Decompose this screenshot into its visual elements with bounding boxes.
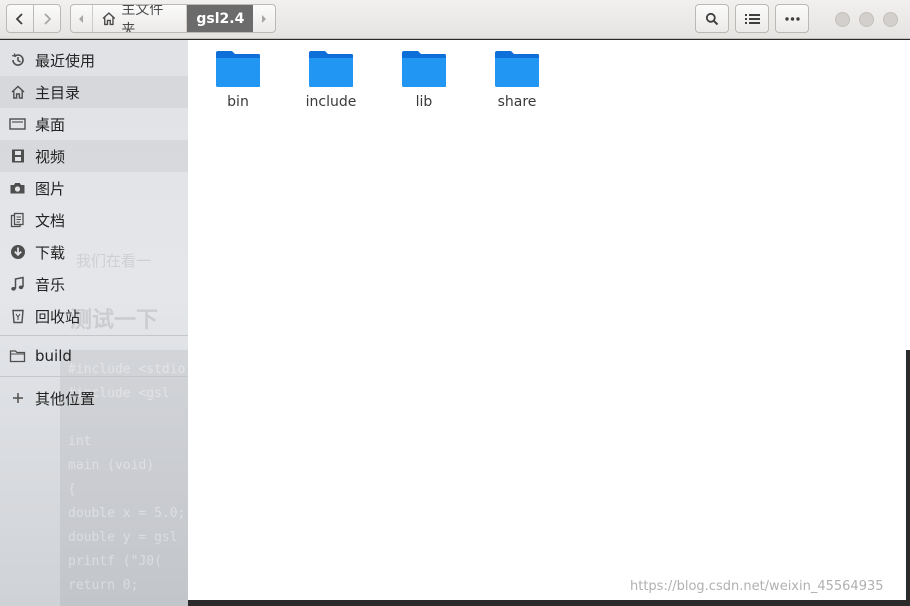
path-bar: 主文件夹 gsl2.4 bbox=[70, 4, 276, 33]
folder-item-share[interactable]: share bbox=[477, 50, 557, 118]
sidebar-item-label: 其他位置 bbox=[35, 389, 96, 408]
more-icon bbox=[784, 16, 800, 21]
sidebar-item-label: 音乐 bbox=[35, 275, 66, 294]
search-button[interactable] bbox=[695, 4, 729, 33]
ghost-code-line: main (void) bbox=[68, 458, 155, 473]
menu-button[interactable] bbox=[775, 4, 809, 33]
ghost-code-line: double x = 5.0; bbox=[68, 506, 186, 521]
path-scroll-right-button[interactable] bbox=[253, 5, 275, 32]
chevron-right-icon bbox=[44, 12, 52, 25]
folder-name: bin bbox=[227, 94, 249, 110]
folder-icon bbox=[9, 348, 26, 365]
sidebar-item-music[interactable]: 音乐 bbox=[0, 268, 188, 300]
sidebar-item-home[interactable]: 主目录 bbox=[0, 76, 188, 108]
sidebar-item-downloads[interactable]: 下载 bbox=[0, 236, 188, 268]
folder-item-include[interactable]: include bbox=[291, 50, 371, 118]
home-icon bbox=[9, 84, 26, 101]
forward-button[interactable] bbox=[33, 4, 61, 33]
ghost-code-line: double y = gsl bbox=[68, 530, 178, 545]
sidebar-item-trash[interactable]: 回收站 bbox=[0, 300, 188, 332]
sidebar-item-label: 视频 bbox=[35, 147, 66, 166]
ghost-code-line: printf ("J0( bbox=[68, 554, 162, 569]
sidebar-item-label: build bbox=[35, 347, 72, 365]
header-bar: 主文件夹 gsl2.4 bbox=[0, 0, 910, 39]
folder-item-lib[interactable]: lib bbox=[384, 50, 464, 118]
background-window-edge bbox=[188, 600, 910, 606]
folder-name: share bbox=[497, 94, 537, 110]
folder-icon bbox=[495, 51, 539, 87]
sidebar-item-label: 图片 bbox=[35, 179, 66, 198]
music-icon bbox=[9, 276, 26, 293]
triangle-right-icon bbox=[262, 14, 267, 23]
path-scroll-left-button[interactable] bbox=[71, 5, 93, 32]
trash-icon bbox=[9, 308, 26, 325]
search-icon bbox=[705, 12, 719, 25]
sidebar-item-label: 文档 bbox=[35, 211, 66, 230]
sidebar-divider bbox=[0, 335, 188, 336]
sidebar-item-pictures[interactable]: 图片 bbox=[0, 172, 188, 204]
download-icon bbox=[9, 244, 26, 261]
path-current-folder-button[interactable]: gsl2.4 bbox=[187, 5, 254, 32]
ghost-code-line: { bbox=[68, 482, 76, 497]
folder-icon bbox=[402, 51, 446, 87]
file-view[interactable]: bin include lib share bbox=[188, 40, 910, 600]
video-icon bbox=[9, 148, 26, 165]
path-current-label: gsl2.4 bbox=[196, 10, 245, 27]
sidebar-item-label: 最近使用 bbox=[35, 51, 96, 70]
sidebar-item-label: 回收站 bbox=[35, 307, 81, 326]
chevron-left-icon bbox=[15, 12, 23, 25]
plus-icon bbox=[9, 390, 26, 407]
desktop-icon bbox=[9, 116, 26, 133]
sidebar-item-build[interactable]: build bbox=[0, 340, 188, 372]
folder-name: lib bbox=[415, 94, 433, 110]
maximize-button[interactable] bbox=[859, 12, 874, 27]
sidebar-item-label: 下载 bbox=[35, 243, 66, 262]
list-view-icon bbox=[744, 13, 760, 24]
home-icon bbox=[102, 12, 115, 26]
ghost-code-line: return 0; bbox=[68, 578, 139, 593]
watermark-text: https://blog.csdn.net/weixin_45564935 bbox=[630, 579, 884, 594]
path-home-label: 主文件夹 bbox=[121, 4, 164, 33]
view-toggle-button[interactable] bbox=[735, 4, 769, 33]
ghost-code-line: int bbox=[68, 434, 92, 449]
camera-icon bbox=[9, 180, 26, 197]
sidebar-item-documents[interactable]: 文档 bbox=[0, 204, 188, 236]
sidebar-item-desktop[interactable]: 桌面 bbox=[0, 108, 188, 140]
background-window-edge bbox=[906, 350, 910, 600]
triangle-left-icon bbox=[79, 14, 84, 23]
sidebar: 我们在看一 测试一下 #include <stdio #include <gsl… bbox=[0, 40, 188, 606]
sidebar-divider bbox=[0, 376, 188, 377]
folder-icon bbox=[216, 51, 260, 87]
sidebar-item-videos[interactable]: 视频 bbox=[0, 140, 188, 172]
sidebar-item-label: 桌面 bbox=[35, 115, 66, 134]
back-button[interactable] bbox=[6, 4, 34, 33]
sidebar-item-other-locations[interactable]: 其他位置 bbox=[0, 382, 188, 414]
document-icon bbox=[9, 212, 26, 229]
folder-item-bin[interactable]: bin bbox=[198, 50, 278, 118]
path-home-button[interactable]: 主文件夹 bbox=[93, 5, 188, 32]
folder-name: include bbox=[305, 94, 357, 110]
folder-icon bbox=[309, 51, 353, 87]
sidebar-item-recent[interactable]: 最近使用 bbox=[0, 44, 188, 76]
close-button[interactable] bbox=[883, 12, 898, 27]
minimize-button[interactable] bbox=[835, 12, 850, 27]
sidebar-item-label: 主目录 bbox=[35, 83, 81, 102]
recent-icon bbox=[9, 52, 26, 69]
